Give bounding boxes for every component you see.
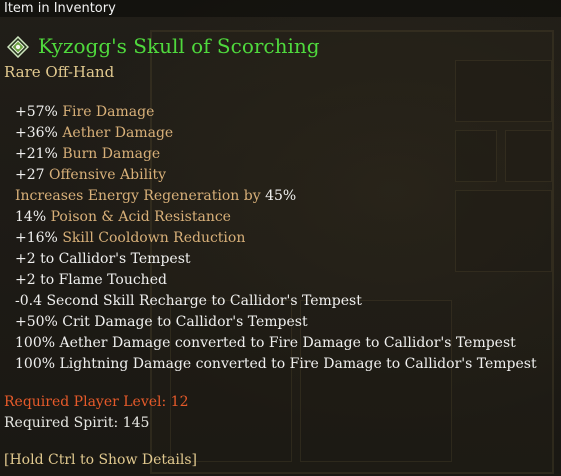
stat-skill-modifier: +50% Crit Damage to Callidor's Tempest bbox=[15, 314, 308, 330]
stat-label: Skill Cooldown Reduction bbox=[62, 230, 246, 246]
stat-skill-modifier: -0.4 Second Skill Recharge to Callidor's… bbox=[15, 293, 362, 309]
stat-fire-damage: +57% Fire Damage bbox=[15, 103, 154, 121]
stat-skill-bonus: +2 to Callidor's Tempest bbox=[15, 251, 191, 267]
background-slot bbox=[455, 190, 552, 272]
stat-skill-modifier: 100% Lightning Damage converted to Fire … bbox=[15, 356, 537, 372]
stat-aether-damage: +36% Aether Damage bbox=[15, 124, 173, 142]
background-slot bbox=[455, 60, 552, 122]
required-spirit: Required Spirit: 145 bbox=[4, 415, 150, 431]
stat-burn-damage: +21% Burn Damage bbox=[15, 145, 160, 163]
stat-label: Offensive Ability bbox=[49, 167, 167, 183]
header-label: Item in Inventory bbox=[4, 1, 116, 16]
stat-label: Increases Energy Regeneration by bbox=[15, 188, 261, 204]
stat-value: +16% bbox=[15, 230, 58, 246]
required-player-level: Required Player Level: 12 bbox=[4, 394, 189, 410]
stat-skill-cooldown-reduction: +16% Skill Cooldown Reduction bbox=[15, 229, 245, 247]
stat-skill-bonus: +2 to Flame Touched bbox=[15, 272, 167, 288]
stat-energy-regeneration: Increases Energy Regeneration by 45% bbox=[15, 187, 296, 205]
stat-value: +27 bbox=[15, 167, 45, 183]
stat-label: Fire Damage bbox=[62, 104, 155, 120]
stat-label: Burn Damage bbox=[62, 146, 161, 162]
rare-item-emblem-icon bbox=[6, 35, 30, 59]
stat-label: Poison & Acid Resistance bbox=[50, 209, 231, 225]
item-type: Rare Off-Hand bbox=[4, 63, 115, 81]
background-slot bbox=[455, 130, 497, 182]
item-tooltip: Item in Inventory Kyzogg's Skull of Scor… bbox=[0, 0, 561, 476]
show-details-hint: [Hold Ctrl to Show Details] bbox=[4, 452, 198, 468]
stat-label: Aether Damage bbox=[62, 125, 174, 141]
stat-offensive-ability: +27 Offensive Ability bbox=[15, 166, 166, 184]
stat-value: +21% bbox=[15, 146, 58, 162]
header-bar: Item in Inventory bbox=[0, 0, 561, 17]
stat-value: 45% bbox=[265, 188, 297, 204]
stat-value: 14% bbox=[15, 209, 47, 225]
stat-value: +36% bbox=[15, 125, 58, 141]
stat-value: +57% bbox=[15, 104, 58, 120]
item-name: Kyzogg's Skull of Scorching bbox=[38, 34, 320, 58]
stat-poison-acid-resistance: 14% Poison & Acid Resistance bbox=[15, 208, 231, 226]
stat-skill-modifier: 100% Aether Damage converted to Fire Dam… bbox=[15, 335, 516, 351]
background-slot bbox=[300, 300, 452, 462]
background-slot bbox=[505, 130, 552, 182]
